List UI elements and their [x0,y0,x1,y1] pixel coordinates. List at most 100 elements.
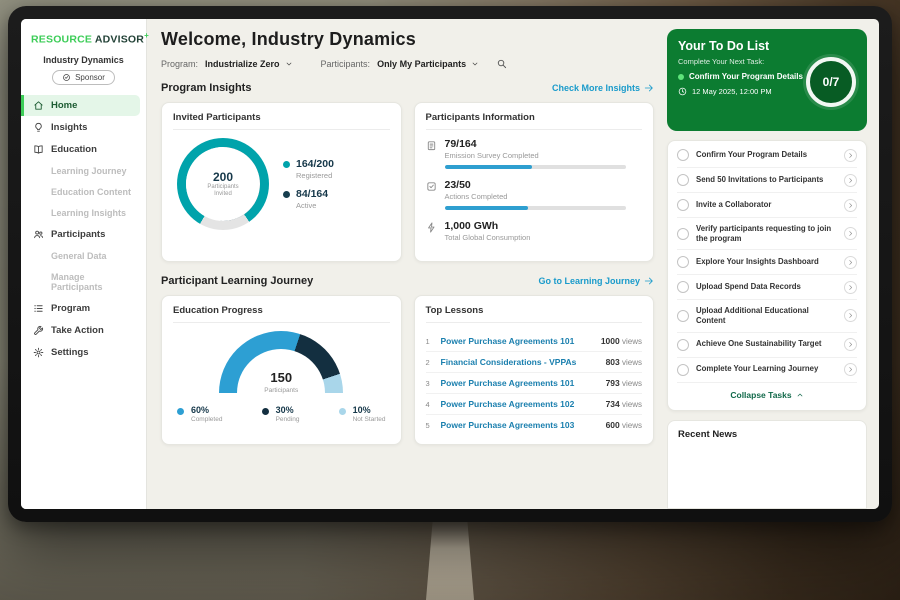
task-checkbox[interactable] [677,149,689,161]
energy-icon [426,222,437,242]
sidebar-item-settings[interactable]: Settings [21,342,146,363]
sidebar-item-participants[interactable]: Participants [21,224,146,245]
card-title: Invited Participants [173,112,390,130]
sidebar-item-home[interactable]: Home [21,95,140,116]
clock-icon [678,87,687,96]
right-panel: Your To Do List Complete Your Next Task:… [667,19,879,509]
task-checkbox[interactable] [677,199,689,211]
views-unit: views [622,358,642,367]
logo-resource: RESOURCE [31,34,92,46]
chevron-right-icon[interactable] [844,174,857,187]
todo-next-task: Confirm Your Program Details [678,72,806,81]
todo-due-label: 12 May 2025, 12:00 PM [692,87,772,96]
lesson-row: 1 Power Purchase Agreements 101 1000 vie… [426,331,643,352]
views-unit: views [622,400,642,409]
sidebar-item-manage-participants[interactable]: Manage Participants [21,267,146,297]
lesson-link[interactable]: Power Purchase Agreements 103 [441,420,600,430]
sidebar-item-label: Learning Insights [51,208,126,218]
sidebar-item-program[interactable]: Program [21,298,146,319]
progress-fill [445,165,532,169]
todo-progress-ring: 0/7 [806,57,856,107]
legend-item: 84/164 Active [283,188,334,210]
chevron-right-icon[interactable] [844,149,857,162]
lesson-rank: 4 [426,400,435,409]
check-more-insights-link[interactable]: Check More Insights [552,83,654,93]
filter-bar: Program: Industrialize Zero Participants… [161,58,654,69]
chevron-right-icon[interactable] [844,199,857,212]
info-label: Actions Completed [445,192,643,201]
chevron-right-icon[interactable] [844,227,857,240]
task-checkbox[interactable] [677,339,689,351]
legend-label: Completed [191,416,222,423]
sidebar-item-insights[interactable]: Insights [21,117,146,138]
lesson-link[interactable]: Power Purchase Agreements 101 [441,336,595,346]
legend-item: 10% Not Started [339,405,386,423]
gauge-center: 150 Participants [219,371,343,395]
legend-label: Registered [296,171,334,180]
program-insights-title: Program Insights [161,82,251,94]
task-row: Explore Your Insights Dashboard [677,250,857,275]
lesson-row: 4 Power Purchase Agreements 102 734 view… [426,394,643,415]
lesson-link[interactable]: Power Purchase Agreements 101 [441,378,600,388]
task-label: Complete Your Learning Journey [696,364,837,374]
task-checkbox[interactable] [677,310,689,322]
views-unit: views [622,379,642,388]
card-title: Education Progress [173,305,390,323]
search-icon[interactable] [496,58,507,69]
sponsor-badge[interactable]: Sponsor [52,70,115,85]
views-unit: views [622,337,642,346]
wrench-icon [33,325,44,336]
chevron-right-icon[interactable] [844,338,857,351]
legend-value: 30% [276,405,300,415]
task-checkbox[interactable] [677,174,689,186]
legend-value: 10% [353,405,386,415]
sidebar-item-learning-journey[interactable]: Learning Journey [21,161,146,181]
todo-next-task-label: Confirm Your Program Details [689,72,803,81]
sidebar-item-education-content[interactable]: Education Content [21,182,146,202]
task-row: Upload Spend Data Records [677,275,857,300]
home-icon [33,100,44,111]
people-icon [33,229,44,240]
recent-news-title: Recent News [678,429,737,440]
participants-select[interactable]: Only My Participants [377,59,479,69]
lesson-rank: 5 [426,421,435,430]
task-checkbox[interactable] [677,228,689,240]
todo-progress-value: 0/7 [823,75,840,89]
sidebar-item-take-action[interactable]: Take Action [21,320,146,341]
task-checkbox[interactable] [677,256,689,268]
task-label: Invite a Collaborator [696,200,837,210]
go-to-learning-journey-link[interactable]: Go to Learning Journey [538,276,654,286]
task-row: Upload Additional Educational Content [677,300,857,332]
task-checkbox[interactable] [677,281,689,293]
lesson-link[interactable]: Financial Considerations - VPPAs [441,357,600,367]
sidebar-nav: Home Insights Education Learning Journey… [21,95,146,363]
lesson-views: 734 views [606,399,642,409]
sidebar-item-label: Education [51,144,97,155]
legend-dot [177,408,184,415]
recent-news-card: Recent News [667,420,867,510]
task-checkbox[interactable] [677,364,689,376]
sidebar-item-general-data[interactable]: General Data [21,246,146,266]
collapse-tasks-button[interactable]: Collapse Tasks [677,383,857,408]
lesson-link[interactable]: Power Purchase Agreements 102 [441,399,600,409]
participants-select-value: Only My Participants [377,59,466,69]
chevron-right-icon[interactable] [844,281,857,294]
views-count: 1000 [601,336,620,346]
invited-participants-card: Invited Participants 200 Participants In… [161,102,402,262]
chevron-right-icon[interactable] [844,363,857,376]
chevron-right-icon[interactable] [844,309,857,322]
info-value: 1,000 GWh [445,220,643,232]
legend-item: 164/200 Registered [283,158,334,180]
chevron-right-icon[interactable] [844,256,857,269]
program-select[interactable]: Industrialize Zero [205,59,293,69]
sidebar-item-learning-insights[interactable]: Learning Insights [21,203,146,223]
legend-item: 30% Pending [262,405,300,423]
legend-dot [283,191,290,198]
gauge-center-value: 150 [219,371,343,384]
views-count: 793 [606,378,620,388]
sidebar-item-education[interactable]: Education [21,139,146,160]
lesson-rank: 1 [426,337,435,346]
task-label: Verify participants requesting to join t… [696,224,837,244]
invited-donut-ring: 200 Participants Invited [177,138,269,230]
education-progress-card: Education Progress 150 Participants 60% [161,295,402,445]
